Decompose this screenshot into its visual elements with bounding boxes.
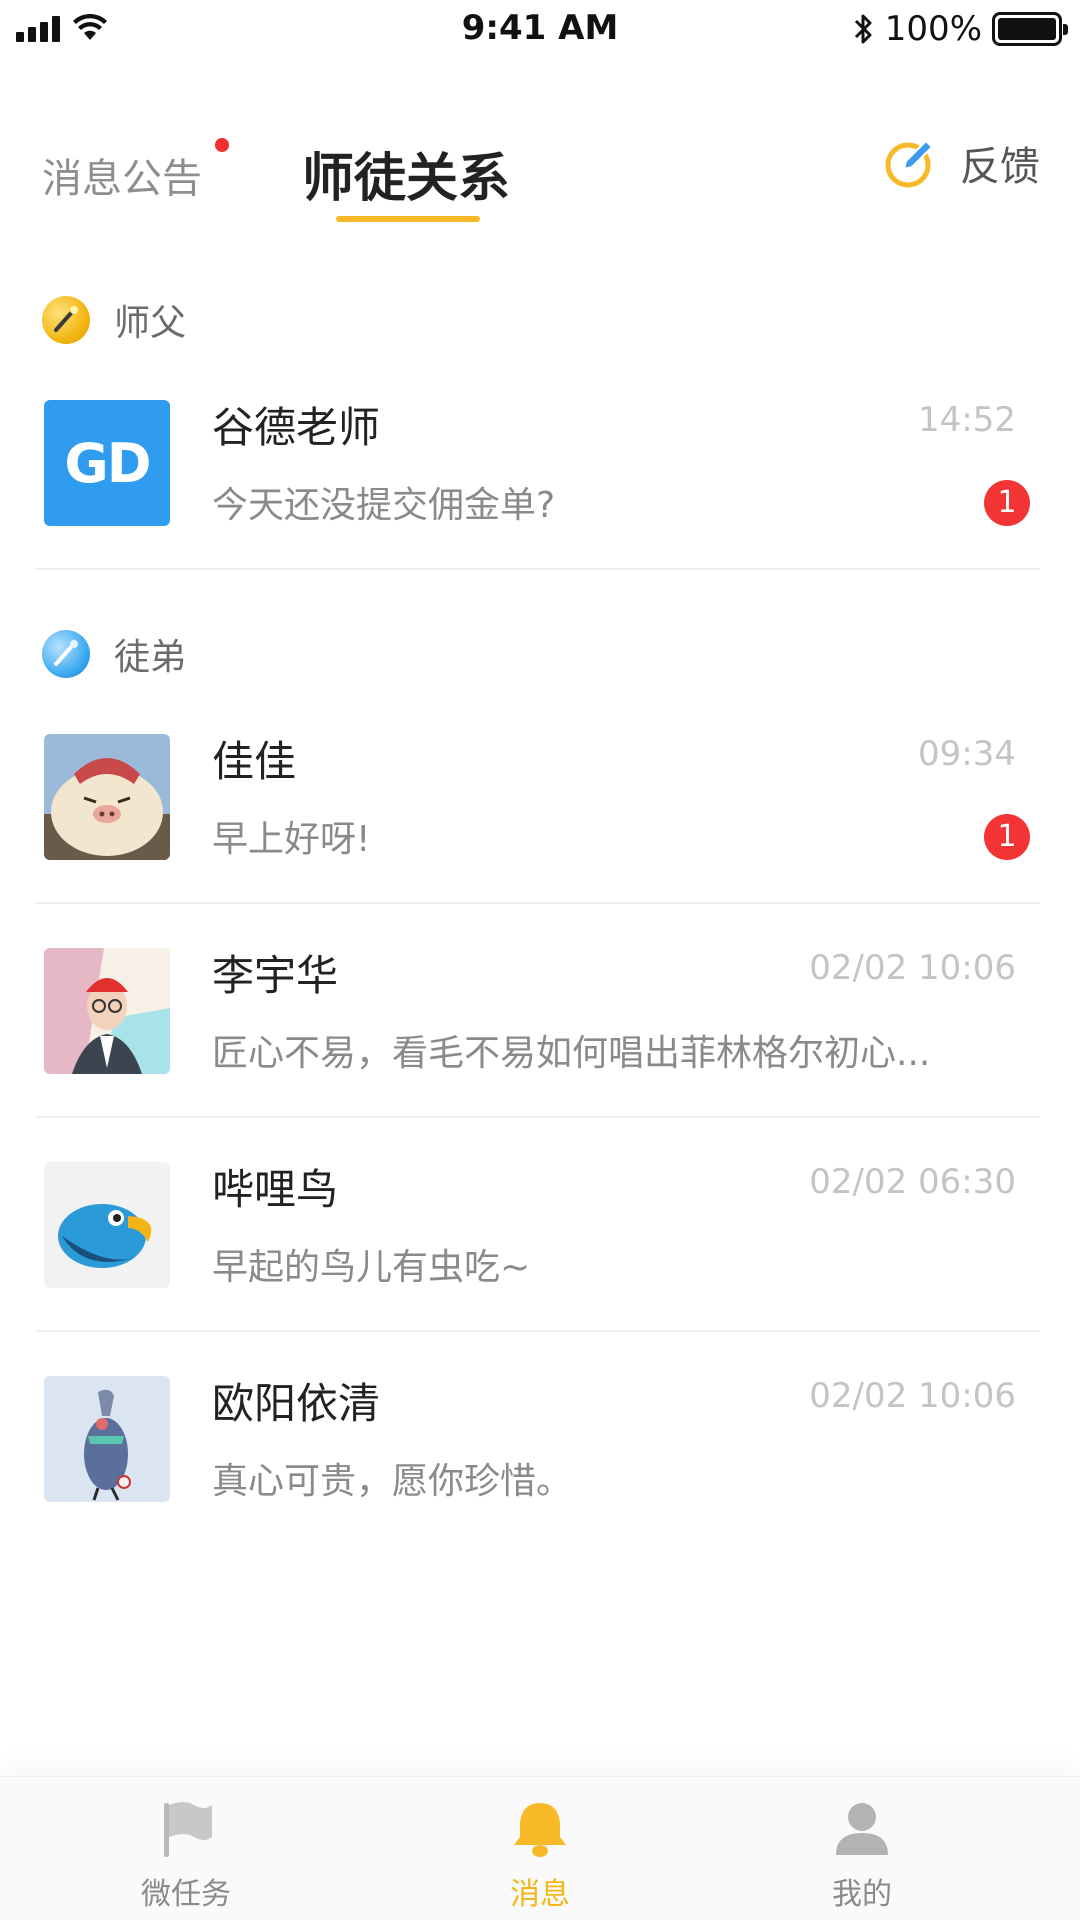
divider: [36, 1330, 1040, 1332]
message-time: 09:34: [918, 734, 1016, 774]
feedback-button[interactable]: 反馈: [882, 134, 1040, 192]
avatar-bird: [44, 1162, 170, 1288]
message-preview: 早起的鸟儿有虫吃~: [212, 1247, 531, 1288]
contact-name: 李宇华: [212, 951, 339, 1000]
divider: [36, 902, 1040, 904]
contact-name: 哔哩鸟: [212, 1165, 339, 1214]
divider: [36, 1116, 1040, 1118]
avatar-pig: [44, 734, 170, 860]
master-section-label: 师父: [114, 303, 187, 344]
battery-icon: [992, 12, 1068, 46]
apprentice-section-label: 徒弟: [114, 637, 187, 678]
tab-messages[interactable]: 消息: [460, 1797, 620, 1913]
avatar-gd: GD: [44, 400, 170, 526]
contact-name: 谷德老师: [212, 403, 381, 452]
status-right: 100%: [853, 9, 1068, 49]
message-preview: 今天还没提交佣金单?: [212, 485, 556, 526]
message-time: 02/02 10:06: [809, 948, 1016, 988]
message-preview: 早上好呀!: [212, 819, 371, 860]
bell-icon: [508, 1797, 572, 1861]
battery-percent: 100%: [884, 9, 982, 49]
message-time: 14:52: [918, 400, 1016, 440]
apprentice-badge-icon: [42, 630, 90, 678]
tab-messages-label: 消息: [510, 1877, 570, 1912]
contact-name: 欧阳依清: [212, 1379, 381, 1428]
master-section-header: 师父: [42, 294, 186, 346]
person-icon: [830, 1797, 894, 1861]
master-badge-icon: [42, 296, 90, 344]
tab-relation[interactable]: 师徒关系: [302, 136, 510, 211]
feedback-label: 反馈: [960, 144, 1040, 190]
message-time: 02/02 06:30: [809, 1162, 1016, 1202]
tab-micro-task[interactable]: 微任务: [106, 1797, 266, 1913]
bluetooth-icon: [853, 12, 875, 46]
message-preview: 真心可贵，愿你珍惜。: [212, 1461, 573, 1502]
bottom-tab-bar: 微任务 消息 我的: [0, 1776, 1080, 1920]
tab-mine[interactable]: 我的: [782, 1797, 942, 1913]
status-bar: 9:41 AM 100%: [0, 0, 1080, 56]
message-time: 02/02 10:06: [809, 1376, 1016, 1416]
tab-mine-label: 我的: [832, 1877, 892, 1912]
divider: [36, 568, 1040, 570]
avatar-gd-text: GD: [64, 431, 151, 495]
conversation-row-jiajia[interactable]: 佳佳 09:34 早上好呀! 1: [36, 694, 1036, 908]
avatar-man-red-hat: [44, 948, 170, 1074]
message-preview: 匠心不易，看毛不易如何唱出菲林格尔初心...: [212, 1033, 931, 1074]
unread-badge: 1: [984, 814, 1030, 860]
avatar-bird-illustration: [44, 1376, 170, 1502]
apprentice-section-header: 徒弟: [42, 628, 186, 680]
notice-unread-dot: [215, 138, 229, 152]
contact-name: 佳佳: [212, 737, 297, 786]
top-tabs: 消息公告 师徒关系 反馈: [0, 110, 1080, 230]
unread-badge: 1: [984, 480, 1030, 526]
tab-notice[interactable]: 消息公告: [42, 146, 202, 204]
active-tab-indicator: [336, 216, 480, 222]
conversation-row-gude[interactable]: GD 谷德老师 14:52 今天还没提交佣金单? 1: [36, 360, 1036, 574]
conversation-row-ouyang[interactable]: 欧阳依清 02/02 10:06 真心可贵，愿你珍惜。: [36, 1336, 1036, 1550]
tab-micro-task-label: 微任务: [141, 1877, 231, 1912]
conversation-row-bilibird[interactable]: 哔哩鸟 02/02 06:30 早起的鸟儿有虫吃~: [36, 1122, 1036, 1336]
conversation-row-liyuhua[interactable]: 李宇华 02/02 10:06 匠心不易，看毛不易如何唱出菲林格尔初心...: [36, 908, 1036, 1122]
flag-icon: [154, 1797, 218, 1861]
edit-icon: [885, 139, 934, 188]
